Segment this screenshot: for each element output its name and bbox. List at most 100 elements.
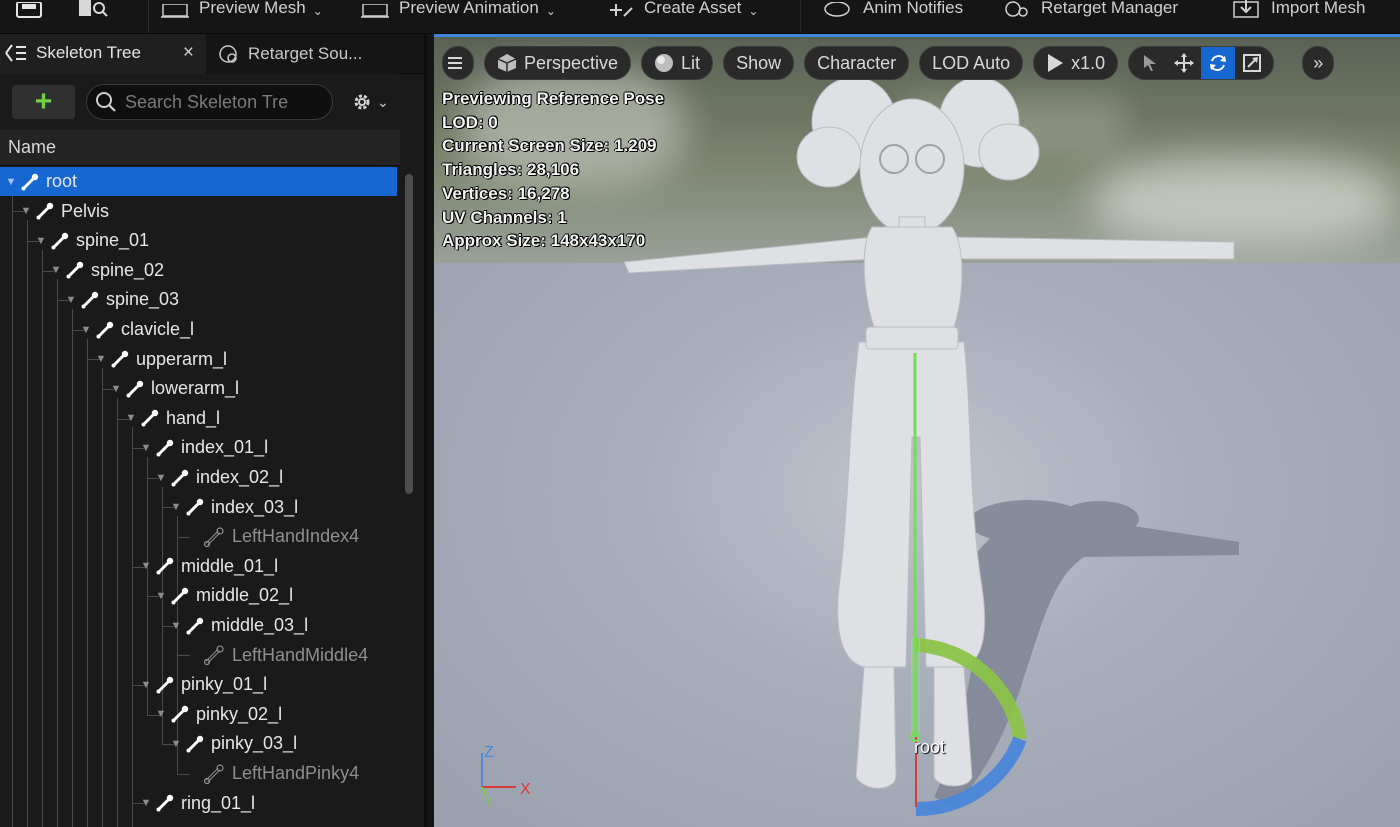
show-label: Show bbox=[736, 52, 782, 73]
panel-tab-bar: Skeleton Tree × Retarget Sou... bbox=[0, 34, 424, 74]
expand-arrow-icon[interactable]: ▼ bbox=[4, 176, 18, 188]
preview-mesh-button[interactable]: Preview Mesh ⌄ bbox=[149, 0, 355, 33]
tree-connector bbox=[162, 507, 175, 509]
virtual-bone-icon bbox=[204, 527, 226, 547]
bone-icon bbox=[185, 497, 205, 517]
tree-bone-row[interactable]: ▼ upperarm_l bbox=[0, 345, 397, 374]
retarget-manager-button[interactable]: Retarget Manager bbox=[993, 0, 1221, 33]
lit-button[interactable]: Lit bbox=[641, 46, 714, 80]
tree-connector bbox=[132, 448, 145, 450]
lod-label: LOD Auto bbox=[932, 52, 1011, 73]
virtual-bone-icon bbox=[204, 763, 226, 784]
name-column-header[interactable]: Name bbox=[0, 130, 400, 166]
retarget-sources-icon bbox=[219, 45, 237, 63]
tree-bone-row[interactable]: ▼ pinky_03_l bbox=[0, 729, 397, 758]
select-tool-button[interactable] bbox=[1133, 47, 1167, 79]
tree-connector bbox=[42, 270, 55, 272]
more-options-button[interactable]: » bbox=[1302, 46, 1335, 80]
tree-bone-row[interactable]: ▼ pinky_01_l bbox=[0, 670, 397, 699]
tree-bone-row[interactable]: ▼ index_01_l bbox=[0, 433, 397, 462]
tree-connector bbox=[57, 300, 70, 302]
tree-leaf-bone[interactable]: LeftHandIndex4 bbox=[0, 522, 397, 551]
preview-animation-button[interactable]: Preview Animation ⌄ bbox=[355, 0, 600, 33]
bone-label: index_02_l bbox=[196, 467, 284, 487]
character-button[interactable]: Character bbox=[804, 46, 910, 80]
scale-icon bbox=[1243, 54, 1262, 72]
bone-icon bbox=[170, 468, 190, 488]
preview-viewport[interactable]: Perspective Lit Show Character LOD Auto … bbox=[434, 34, 1400, 827]
bone-icon bbox=[35, 201, 55, 221]
chevron-down-icon: ⌄ bbox=[312, 4, 323, 18]
bone-icon bbox=[110, 349, 130, 369]
tree-bone-row[interactable]: ▼ spine_02 bbox=[0, 256, 397, 285]
tree-settings-button[interactable]: ⌄ bbox=[351, 91, 389, 113]
viewport-menu-button[interactable] bbox=[442, 46, 474, 80]
tree-connector bbox=[132, 803, 145, 805]
tree-bone-row[interactable]: ▼ pinky_02_l bbox=[0, 700, 397, 729]
skeleton-tree: ▼ root ▼ Pelvis ▼ spine_01 ▼ spine_02 ▼ spine_03 ▼… bbox=[0, 167, 400, 827]
chevron-down-icon: ⌄ bbox=[377, 93, 389, 110]
playback-speed-button[interactable]: x1.0 bbox=[1033, 46, 1119, 80]
tree-connector bbox=[132, 566, 145, 568]
search-input[interactable] bbox=[125, 91, 325, 113]
lod-button[interactable]: LOD Auto bbox=[919, 46, 1024, 80]
create-asset-button[interactable]: Create Asset ⌄ bbox=[600, 0, 800, 33]
translate-tool-button[interactable] bbox=[1167, 47, 1201, 79]
tab-skeleton-tree[interactable]: Skeleton Tree × bbox=[0, 34, 206, 74]
rotate-tool-button[interactable] bbox=[1201, 47, 1236, 79]
import-mesh-button[interactable]: Import Mesh bbox=[1221, 0, 1365, 33]
tree-bone-row[interactable]: ▼ ring_01_l bbox=[0, 789, 397, 818]
tree-bone-row[interactable]: ▼ Pelvis bbox=[0, 197, 397, 226]
search-icon bbox=[96, 92, 116, 112]
create-asset-icon bbox=[610, 2, 634, 18]
tab-retarget-sources-label: Retarget Sou... bbox=[248, 44, 363, 63]
bone-icon bbox=[155, 556, 175, 576]
bone-label: LeftHandPinky4 bbox=[232, 763, 360, 783]
bone-label: ring_01_l bbox=[181, 792, 256, 813]
tree-bone-row[interactable]: ▼ root bbox=[0, 167, 397, 196]
z-axis-label: Z bbox=[484, 744, 494, 761]
browse-icon bbox=[79, 0, 108, 17]
bone-label: lowerarm_l bbox=[151, 378, 240, 399]
tree-bone-row[interactable]: ▼ spine_01 bbox=[0, 226, 397, 255]
browse-button[interactable] bbox=[70, 0, 148, 33]
lit-label: Lit bbox=[681, 52, 701, 73]
tree-leaf-bone[interactable]: LeftHandPinky4 bbox=[0, 759, 397, 788]
stats-line: Previewing Reference Pose bbox=[442, 89, 665, 108]
bone-label: hand_l bbox=[166, 407, 221, 428]
tree-bone-row[interactable]: ▼ clavicle_l bbox=[0, 315, 397, 344]
bone-label: index_01_l bbox=[181, 437, 269, 458]
save-button[interactable] bbox=[0, 0, 70, 33]
x-axis-label: X bbox=[520, 781, 531, 798]
tree-bone-row[interactable]: ▼ hand_l bbox=[0, 404, 397, 433]
tree-bone-row[interactable]: ▼ middle_02_l bbox=[0, 581, 397, 610]
move-arrows-icon bbox=[1174, 53, 1195, 73]
stats-line: Vertices: 16,278 bbox=[442, 183, 570, 203]
tab-skeleton-tree-label: Skeleton Tree bbox=[36, 43, 141, 62]
tree-scrollbar[interactable] bbox=[405, 174, 413, 494]
bone-icon bbox=[65, 260, 85, 280]
chevron-down-icon: ⌄ bbox=[748, 4, 759, 18]
bone-label: spine_03 bbox=[106, 289, 180, 310]
bone-label: Pelvis bbox=[61, 200, 110, 221]
anim-notifies-button[interactable]: Anim Notifies bbox=[801, 0, 993, 33]
bone-icon bbox=[20, 172, 40, 192]
tree-bone-row[interactable]: ▼ lowerarm_l bbox=[0, 374, 397, 403]
lit-sphere-icon bbox=[655, 54, 674, 72]
bone-label: clavicle_l bbox=[121, 319, 195, 339]
tree-bone-row[interactable]: ▼ middle_01_l bbox=[0, 552, 397, 581]
tree-leaf-bone[interactable]: LeftHandMiddle4 bbox=[0, 641, 397, 670]
bone-icon bbox=[95, 320, 115, 340]
tree-bone-row[interactable]: ▼ middle_03_l bbox=[0, 611, 397, 640]
close-icon[interactable]: × bbox=[183, 42, 194, 64]
add-bone-button[interactable]: + bbox=[12, 85, 75, 119]
tree-bone-row[interactable]: ▼ index_02_l bbox=[0, 463, 397, 492]
bone-label: pinky_01_l bbox=[181, 674, 268, 695]
tab-retarget-sources[interactable]: Retarget Sou... bbox=[206, 34, 396, 74]
scale-tool-button[interactable] bbox=[1235, 47, 1269, 79]
show-button[interactable]: Show bbox=[723, 46, 795, 80]
axis-indicator: Z X Y bbox=[481, 744, 531, 807]
anim-notifies-icon bbox=[823, 2, 853, 18]
tree-bone-row[interactable]: ▼ index_03_l bbox=[0, 493, 397, 522]
perspective-button[interactable]: Perspective bbox=[484, 46, 632, 80]
